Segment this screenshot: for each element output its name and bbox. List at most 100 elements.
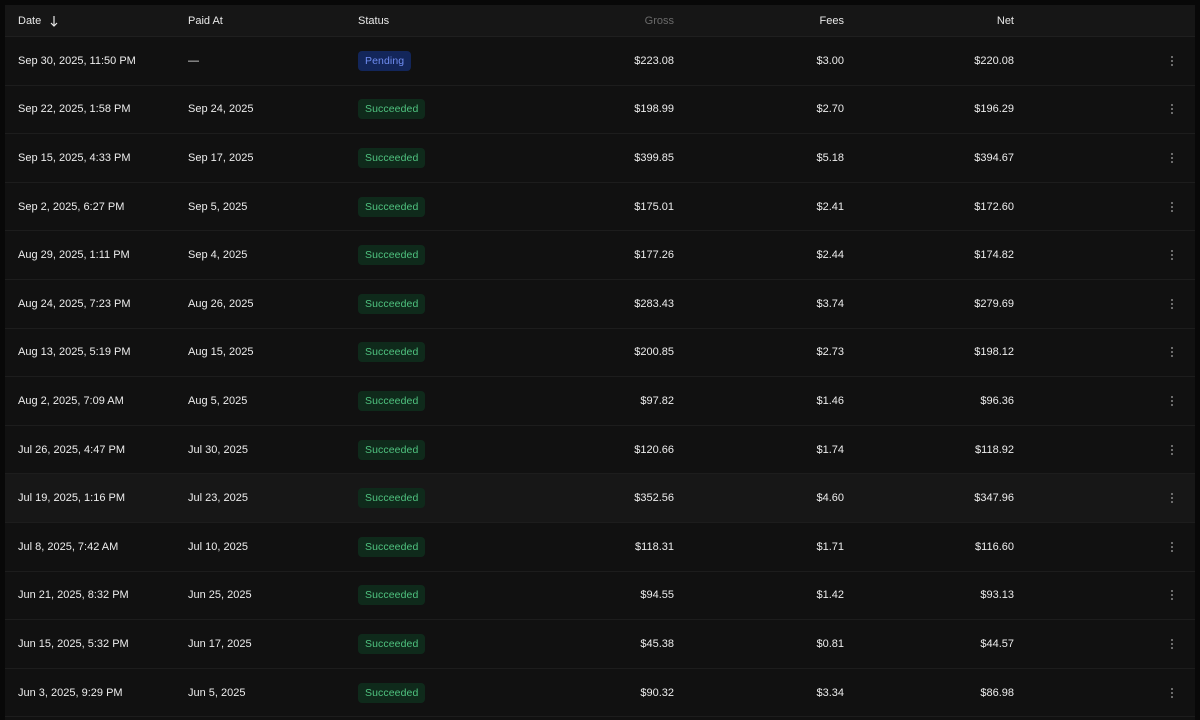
kebab-menu-icon[interactable] [1170, 103, 1174, 115]
table-row[interactable]: Aug 13, 2025, 5:19 PM Aug 15, 2025 Succeed… [5, 329, 1195, 378]
kebab-menu-icon[interactable] [1170, 492, 1174, 504]
cell-status: Succeeded [358, 329, 518, 377]
kebab-menu-icon[interactable] [1170, 201, 1174, 213]
table-row[interactable]: Sep 22, 2025, 1:58 PM Sep 24, 2025 Succeed… [5, 86, 1195, 135]
cell-net-text: $172.60 [974, 200, 1014, 213]
table-row[interactable]: Jun 3, 2025, 9:29 PM Jun 5, 2025 Succeeded… [5, 669, 1195, 718]
cell-net-text: $116.60 [975, 540, 1014, 553]
column-header-paid-at[interactable]: Paid At [188, 5, 348, 36]
column-header-status[interactable]: Status [358, 5, 518, 36]
kebab-menu-icon[interactable] [1170, 687, 1174, 699]
table-row[interactable]: Jun 15, 2025, 5:32 PM Jun 17, 2025 Succeed… [5, 620, 1195, 669]
column-header-status-label: Status [358, 14, 390, 27]
cell-fees: $2.73 [695, 329, 844, 377]
kebab-menu-icon[interactable] [1170, 249, 1174, 261]
kebab-menu-icon[interactable] [1170, 298, 1174, 310]
row-menu-button[interactable] [1155, 280, 1189, 328]
cell-paid-at-text: Aug 5, 2025 [188, 394, 248, 407]
cell-net: $198.12 [865, 329, 1014, 377]
cell-date: Aug 24, 2025, 7:23 PM [18, 280, 178, 328]
cell-date-text: Jul 19, 2025, 1:16 PM [18, 492, 126, 505]
table-row[interactable]: Aug 29, 2025, 1:11 PM Sep 4, 2025 Succeede… [5, 231, 1195, 280]
kebab-menu-icon[interactable] [1170, 638, 1174, 650]
row-menu-button[interactable] [1155, 474, 1189, 522]
cell-paid-at: Jul 23, 2025 [188, 474, 348, 522]
table-row[interactable]: Jun 21, 2025, 8:32 PM Jun 25, 2025 Succeed… [5, 572, 1195, 621]
kebab-menu-icon[interactable] [1170, 541, 1174, 553]
cell-net: $347.96 [865, 474, 1014, 522]
row-menu-button[interactable] [1155, 669, 1189, 717]
cell-net: $394.67 [865, 134, 1014, 182]
cell-net-text: $118.92 [975, 443, 1014, 456]
cell-fees: $1.74 [695, 426, 844, 474]
cell-date-text: Aug 24, 2025, 7:23 PM [18, 297, 131, 310]
row-menu-button[interactable] [1155, 134, 1189, 182]
cell-net: $86.98 [865, 669, 1014, 717]
arrow-down-icon[interactable] [50, 15, 58, 27]
cell-net: $116.60 [865, 523, 1014, 571]
cell-date: Aug 13, 2025, 5:19 PM [18, 329, 178, 377]
cell-paid-at: Jun 17, 2025 [188, 620, 348, 668]
kebab-menu-icon[interactable] [1170, 589, 1174, 601]
cell-fees: $3.34 [695, 669, 844, 717]
table-row[interactable]: Jul 26, 2025, 4:47 PM Jul 30, 2025 Succeed… [5, 426, 1195, 475]
cell-fees-text: $2.70 [816, 103, 844, 116]
cell-net: $172.60 [865, 183, 1014, 231]
status-badge: Succeeded [358, 390, 426, 411]
column-header-net-label: Net [996, 14, 1014, 27]
cell-gross: $200.85 [525, 329, 674, 377]
column-header-gross[interactable]: Gross [525, 5, 674, 36]
row-menu-button[interactable] [1155, 572, 1189, 620]
row-menu-button[interactable] [1155, 620, 1189, 668]
cell-date: Sep 2, 2025, 6:27 PM [18, 183, 178, 231]
cell-date: Jun 3, 2025, 9:29 PM [18, 669, 178, 717]
row-menu-button[interactable] [1155, 426, 1189, 474]
kebab-menu-icon[interactable] [1170, 444, 1174, 456]
cell-net: $279.69 [865, 280, 1014, 328]
table-row[interactable]: Sep 2, 2025, 6:27 PM Sep 5, 2025 Succeeded… [5, 183, 1195, 232]
row-menu-button[interactable] [1155, 329, 1189, 377]
cell-date-text: Aug 2, 2025, 7:09 AM [18, 394, 124, 407]
row-menu-button[interactable] [1155, 523, 1189, 571]
cell-net-text: $279.69 [974, 297, 1014, 310]
cell-gross: $177.26 [525, 231, 674, 279]
table-row[interactable]: Aug 24, 2025, 7:23 PM Aug 26, 2025 Succeed… [5, 280, 1195, 329]
cell-net: $96.36 [865, 377, 1014, 425]
kebab-menu-icon[interactable] [1170, 55, 1174, 67]
table-row[interactable]: Aug 2, 2025, 7:09 AM Aug 5, 2025 Succeeded… [5, 377, 1195, 426]
row-menu-button[interactable] [1155, 37, 1189, 85]
cell-status: Succeeded [358, 523, 518, 571]
table-row[interactable]: Sep 30, 2025, 11:50 PM — Pending $223.08 $3.… [5, 37, 1195, 86]
table-row[interactable]: Jul 19, 2025, 1:16 PM Jul 23, 2025 Succeed… [5, 474, 1195, 523]
cell-net-text: $394.67 [974, 151, 1014, 164]
table-body: Sep 30, 2025, 11:50 PM — Pending $223.08 $3.… [5, 37, 1195, 718]
cell-paid-at-text: Sep 24, 2025 [188, 103, 254, 116]
cell-paid-at: Sep 4, 2025 [188, 231, 348, 279]
table-row[interactable]: Sep 15, 2025, 4:33 PM Sep 17, 2025 Succeed… [5, 134, 1195, 183]
cell-gross: $90.32 [525, 669, 674, 717]
status-badge: Succeeded [358, 245, 426, 266]
row-menu-button[interactable] [1155, 183, 1189, 231]
cell-gross-text: $120.66 [634, 443, 674, 456]
cell-paid-at: Aug 5, 2025 [188, 377, 348, 425]
cell-date: Jun 15, 2025, 5:32 PM [18, 620, 178, 668]
column-header-fees-label: Fees [819, 14, 844, 27]
cell-net: $118.92 [865, 426, 1014, 474]
kebab-menu-icon[interactable] [1170, 395, 1174, 407]
cell-fees: $2.41 [695, 183, 844, 231]
row-menu-button[interactable] [1155, 377, 1189, 425]
cell-paid-at: Jun 5, 2025 [188, 669, 348, 717]
cell-paid-at-text: Aug 26, 2025 [188, 297, 254, 310]
cell-fees: $3.00 [695, 37, 844, 85]
cell-date: Jun 21, 2025, 8:32 PM [18, 572, 178, 620]
table-row[interactable]: Jul 8, 2025, 7:42 AM Jul 10, 2025 Succeede… [5, 523, 1195, 572]
kebab-menu-icon[interactable] [1170, 346, 1174, 358]
kebab-menu-icon[interactable] [1170, 152, 1174, 164]
column-header-date[interactable]: Date [18, 5, 178, 36]
row-menu-button[interactable] [1155, 231, 1189, 279]
column-header-fees[interactable]: Fees [695, 5, 844, 36]
row-menu-button[interactable] [1155, 86, 1189, 134]
cell-date: Jul 8, 2025, 7:42 AM [18, 523, 178, 571]
column-header-net[interactable]: Net [865, 5, 1014, 36]
status-badge: Succeeded [358, 293, 426, 314]
